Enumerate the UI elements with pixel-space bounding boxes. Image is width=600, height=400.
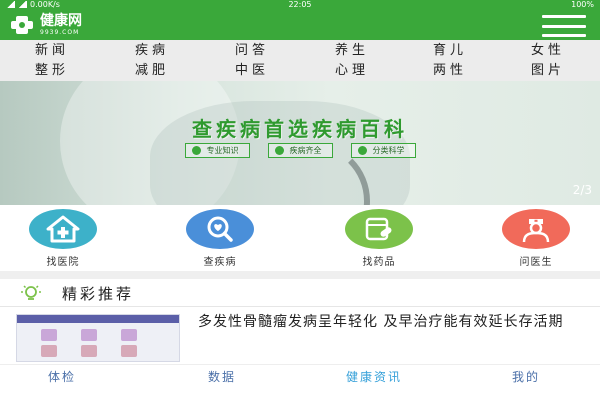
category-sexual-health[interactable]: 两性: [420, 61, 480, 81]
banner-features: 专业知识 疾病齐全 分类科学: [0, 143, 600, 158]
status-bar: 0.00K/s 22:05 100%: [0, 0, 600, 10]
check-disease-label: 查疾病: [203, 257, 237, 268]
tab-health-news[interactable]: 健康资讯: [324, 365, 424, 400]
section-divider: [0, 271, 600, 279]
lightbulb-icon: [21, 285, 41, 300]
hospital-icon: [29, 209, 97, 249]
article-headline: 多发性骨髓瘤发病呈年轻化 及早治疗能有效延长存活期: [198, 314, 564, 330]
tab-checkup[interactable]: 体检: [12, 365, 112, 400]
feature-icon: [274, 146, 284, 155]
find-drug-button[interactable]: 找药品: [329, 209, 429, 268]
category-health[interactable]: 养生: [322, 41, 382, 61]
search-heart-icon: [186, 209, 254, 249]
category-disease[interactable]: 疾病: [122, 41, 182, 61]
ask-doctor-label: 问医生: [519, 257, 553, 268]
category-qa[interactable]: 问答: [222, 41, 282, 61]
banner-page-indicator: 2/3: [572, 183, 592, 197]
category-weight-loss[interactable]: 减肥: [122, 61, 182, 81]
article-thumbnail: [16, 314, 180, 362]
category-nav: 新闻 疾病 问答 养生 育儿 女性 整形 减肥 中医 心理 两性 图片: [0, 40, 600, 81]
doctor-icon: [502, 209, 570, 249]
banner-carousel[interactable]: 查疾病首选疾病百科 专业知识 疾病齐全 分类科学 2/3: [0, 81, 600, 205]
logo[interactable]: 健康网 9939.COM: [8, 13, 82, 37]
clock: 22:05: [288, 0, 312, 9]
category-pictures[interactable]: 图片: [518, 61, 578, 81]
menu-icon[interactable]: [542, 15, 586, 37]
featured-title: 精彩推荐: [62, 285, 135, 303]
tab-data[interactable]: 数据: [172, 365, 272, 400]
logo-subtitle: 9939.COM: [40, 29, 80, 36]
find-drug-label: 找药品: [362, 257, 396, 268]
check-disease-button[interactable]: 查疾病: [170, 209, 270, 268]
battery-status: 100%: [571, 0, 594, 9]
quick-actions: 找医院 查疾病 找药品 问医生: [0, 205, 600, 268]
category-news[interactable]: 新闻: [22, 41, 82, 61]
feature-icon: [357, 146, 367, 155]
category-parenting[interactable]: 育儿: [420, 41, 480, 61]
banner-feature: 疾病齐全: [267, 143, 333, 158]
bottom-tab-bar: 体检 数据 健康资讯 我的: [0, 364, 600, 400]
tab-mine[interactable]: 我的: [476, 365, 576, 400]
banner-feature: 分类科学: [350, 143, 416, 158]
category-women[interactable]: 女性: [518, 41, 578, 61]
featured-header: 精彩推荐: [0, 279, 600, 307]
banner-feature: 专业知识: [184, 143, 250, 158]
pill-icon: [345, 209, 413, 249]
app-header: 健康网 9939.COM: [0, 10, 600, 40]
category-tcm[interactable]: 中医: [222, 61, 282, 81]
feature-icon: [191, 146, 201, 155]
logo-title: 健康网: [40, 13, 82, 29]
ask-doctor-button[interactable]: 问医生: [486, 209, 586, 268]
find-hospital-label: 找医院: [46, 257, 80, 268]
find-hospital-button[interactable]: 找医院: [13, 209, 113, 268]
category-psychology[interactable]: 心理: [322, 61, 382, 81]
list-item[interactable]: 多发性骨髓瘤发病呈年轻化 及早治疗能有效延长存活期: [0, 308, 600, 362]
medical-cross-icon: [8, 14, 36, 36]
banner-title: 查疾病首选疾病百科: [192, 117, 408, 141]
category-cosmetic[interactable]: 整形: [22, 61, 82, 81]
